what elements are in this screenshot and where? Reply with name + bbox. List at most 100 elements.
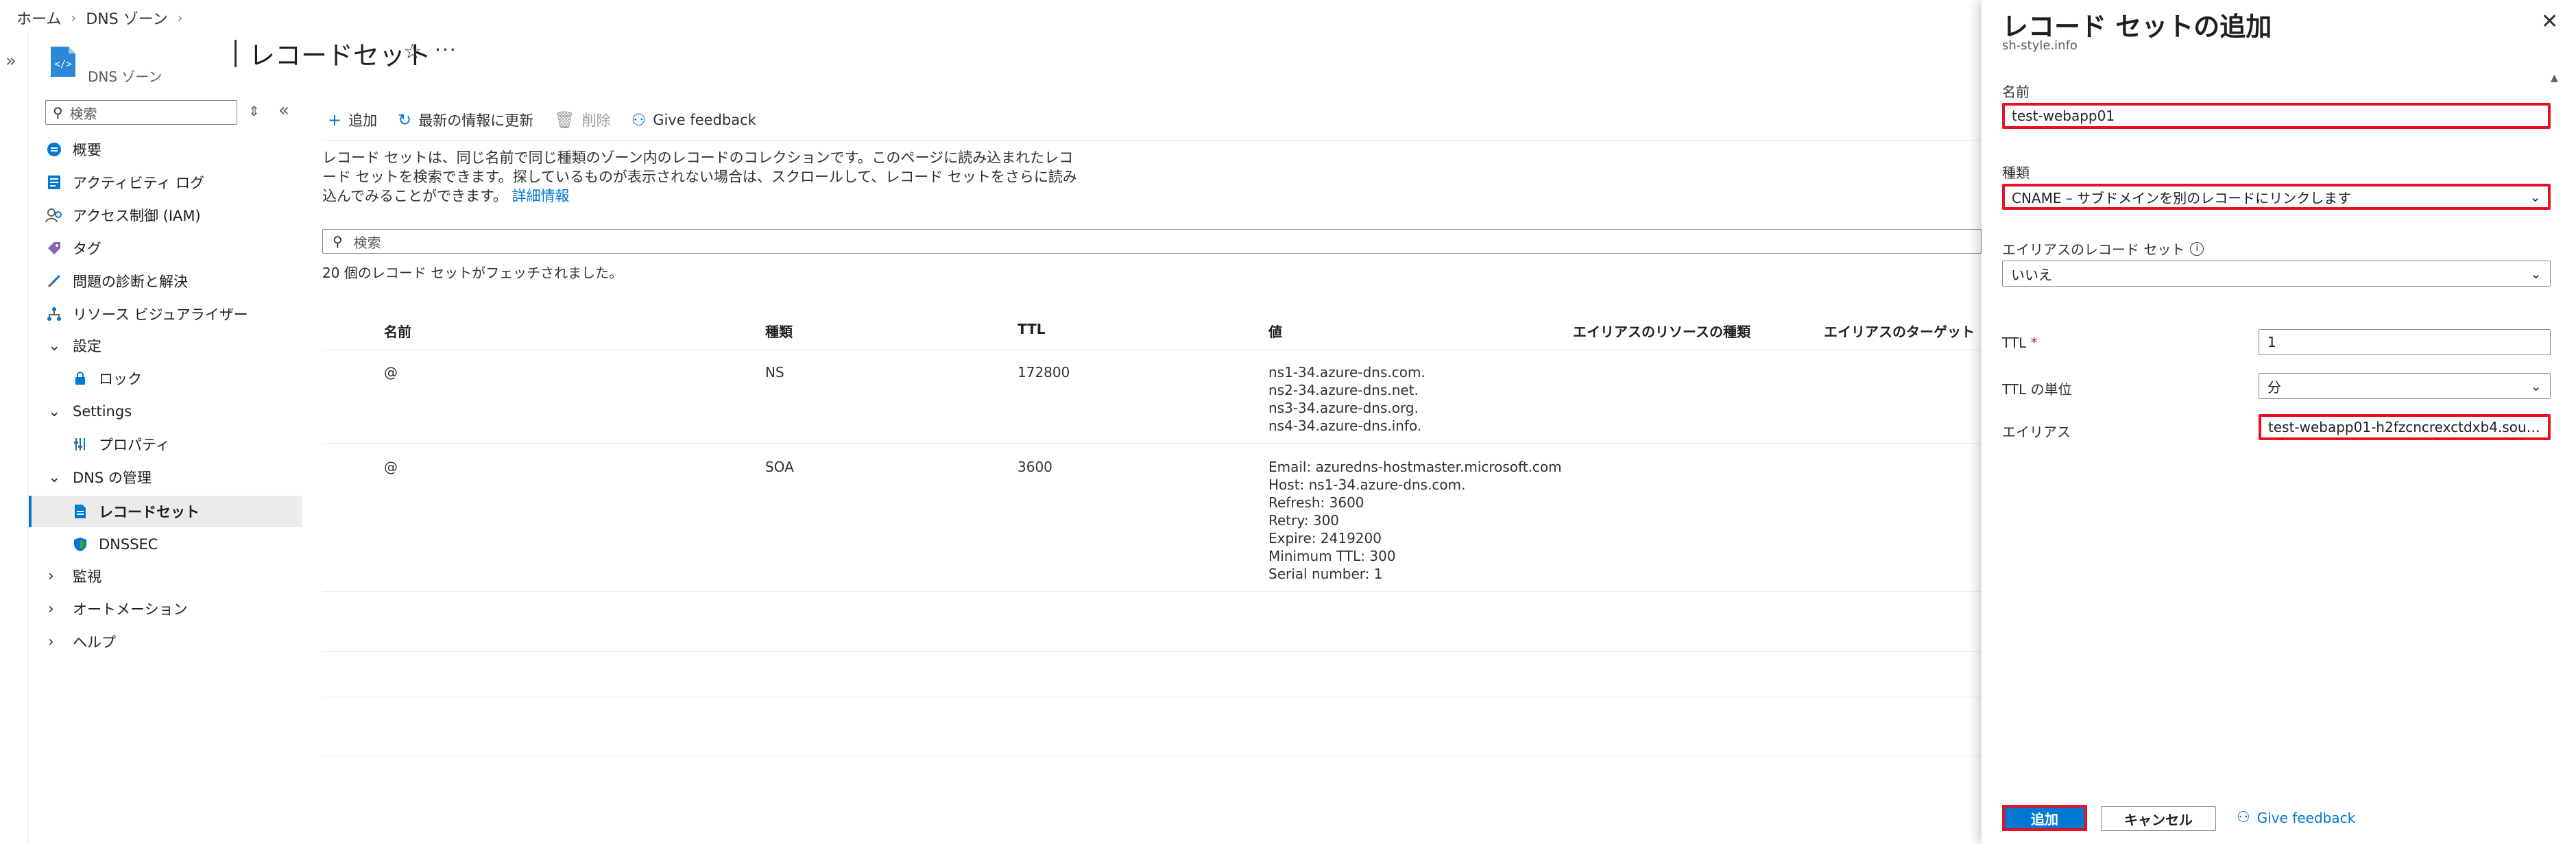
sidebar-group-help[interactable]: › ヘルプ [48, 627, 116, 657]
name-input-value: test-webapp01 [2012, 108, 2115, 124]
sidebar-item-label: アクティビティ ログ [73, 175, 205, 191]
alias-input-value: test-webapp01-h2fzcncrexctdxb4.southeast… [2268, 419, 2541, 435]
sidebar-item-diagnose[interactable]: 問題の診断と解決 [45, 266, 188, 296]
hierarchy-icon [45, 305, 63, 323]
nav-search-placeholder: 検索 [69, 105, 97, 122]
type-dropdown[interactable]: CNAME – サブドメインを別のレコードにリンクします ⌄ [2002, 184, 2551, 210]
breadcrumb-home[interactable]: ホーム [16, 7, 61, 29]
panel-feedback-link[interactable]: ⚇ Give feedback [2237, 809, 2355, 826]
cancel-button[interactable]: キャンセル [2101, 806, 2216, 831]
feedback-button-label: Give feedback [653, 112, 756, 128]
sidebar-item-activity-log[interactable]: アクティビティ ログ [45, 167, 204, 197]
sidebar-item-overview[interactable]: 概要 [45, 134, 101, 165]
panel-feedback-label: Give feedback [2256, 809, 2356, 826]
resource-type-label: DNS ゾーン [88, 69, 162, 85]
dns-zone-icon: </> [51, 47, 75, 77]
sidebar-group-settings-jp[interactable]: ⌄ 設定 [48, 330, 101, 361]
sidebar-group-label: Settings [73, 403, 132, 420]
overview-icon [45, 141, 63, 158]
ttl-unit-dropdown[interactable]: 分 ⌄ [2259, 373, 2551, 399]
info-icon[interactable]: i [2190, 241, 2204, 256]
sidebar-item-label: 概要 [73, 142, 101, 158]
breadcrumb-dns-zone[interactable]: DNS ゾーン [86, 7, 167, 29]
nav-search-input[interactable]: ⚲ 検索 [45, 100, 237, 125]
sidebar-item-label: アクセス制御 (IAM) [73, 208, 201, 224]
svg-text:</>: </> [54, 59, 71, 70]
fetch-status: 20 個のレコード セットがフェッチされました。 [322, 265, 623, 281]
cell-value: ns1-34.azure-dns.com. ns2-34.azure-dns.n… [1268, 364, 1425, 434]
activity-log-icon [45, 173, 63, 191]
sidebar-group-settings[interactable]: ⌄ Settings [48, 396, 132, 426]
ttl-input[interactable]: 1 [2259, 329, 2551, 355]
column-header-value[interactable]: 値 [1268, 321, 1282, 341]
chevron-down-icon: ⌄ [48, 468, 61, 486]
more-options-icon[interactable]: ··· [435, 38, 457, 61]
cell-name: @ [384, 364, 398, 381]
close-icon[interactable]: ✕ [2541, 10, 2558, 34]
refresh-icon: ↻ [398, 110, 412, 130]
title-separator [234, 39, 237, 67]
properties-icon [71, 435, 89, 453]
chevron-down-icon: ⌄ [2530, 378, 2542, 394]
delete-button-label: 削除 [581, 112, 611, 129]
column-header-name[interactable]: 名前 [384, 321, 411, 341]
column-header-alias-target[interactable]: エイリアスのターゲット [1824, 321, 1975, 341]
cell-type: NS [765, 364, 784, 381]
sort-icon[interactable]: ⇕ [248, 103, 260, 119]
chevron-down-icon: ⌄ [48, 402, 61, 420]
add-record-button[interactable]: 追加 [2002, 805, 2087, 831]
alias-record-set-dropdown[interactable]: いいえ ⌄ [2002, 261, 2551, 287]
chevron-down-icon: ⌄ [48, 337, 61, 354]
refresh-button[interactable]: ↻ 最新の情報に更新 [398, 110, 533, 130]
feedback-button[interactable]: ⚇ Give feedback [631, 110, 756, 130]
page-description: レコード セットは、同じ名前で同じ種類のゾーン内のレコードのコレクションです。こ… [322, 148, 1083, 206]
sidebar-item-recordsets[interactable]: レコードセット [71, 496, 200, 527]
tag-icon [45, 239, 63, 257]
sidebar-item-label: リソース ビジュアライザー [73, 306, 248, 323]
ttl-input-value: 1 [2267, 334, 2276, 350]
collapse-menu-icon[interactable]: « [278, 100, 289, 121]
grid-search-placeholder: 検索 [353, 234, 381, 251]
ttl-unit-value: 分 [2267, 378, 2281, 396]
breadcrumb: ホーム › DNS ゾーン › [16, 7, 183, 29]
sidebar-group-label: 設定 [73, 338, 101, 354]
trash-icon: 🗑 [554, 110, 575, 130]
add-button-label: 追加 [348, 112, 378, 129]
sidebar-item-properties[interactable]: プロパティ [71, 429, 170, 459]
name-input[interactable]: test-webapp01 [2002, 103, 2551, 129]
sidebar-item-iam[interactable]: アクセス制御 (IAM) [45, 200, 201, 230]
type-field-label: 種類 [2002, 165, 2030, 181]
cell-ttl: 3600 [1018, 459, 1052, 475]
sidebar-item-lock[interactable]: ロック [71, 363, 142, 394]
add-button[interactable]: + 追加 [328, 110, 377, 130]
required-marker: * [2030, 335, 2038, 351]
chevron-right-icon: › [71, 10, 77, 26]
feedback-icon: ⚇ [631, 110, 647, 130]
row-divider [322, 651, 1982, 652]
delete-button[interactable]: 🗑 削除 [554, 110, 610, 130]
cell-ttl: 172800 [1018, 364, 1070, 381]
plus-icon: + [328, 110, 342, 130]
chevron-down-icon: ⌄ [2529, 189, 2541, 205]
grid-search-input[interactable]: ⚲ 検索 [322, 229, 1982, 254]
sidebar-item-tags[interactable]: タグ [45, 233, 101, 263]
sidebar-group-monitoring[interactable]: › 監視 [48, 561, 101, 591]
sidebar-group-automation[interactable]: › オートメーション [48, 594, 188, 624]
alias-field-label: エイリアス [2002, 424, 2071, 440]
alias-input[interactable]: test-webapp01-h2fzcncrexctdxb4.southeast… [2259, 414, 2551, 440]
scroll-up-icon[interactable]: ▲ [2551, 73, 2558, 84]
column-header-alias-resource-type[interactable]: エイリアスのリソースの種類 [1573, 321, 1750, 341]
sidebar-group-label: 監視 [73, 568, 101, 585]
sidebar-item-label: DNSSEC [99, 536, 158, 553]
sidebar-item-visualizer[interactable]: リソース ビジュアライザー [45, 299, 248, 329]
sidebar-item-label: 問題の診断と解決 [73, 274, 188, 290]
alias-record-set-label-text: エイリアスのレコード セット [2002, 241, 2185, 258]
column-header-ttl[interactable]: TTL [1018, 321, 1046, 337]
sidebar-item-dnssec[interactable]: DNSSEC [71, 529, 158, 559]
expand-menu-icon[interactable]: » [5, 51, 16, 71]
learn-more-link[interactable]: 詳細情報 [512, 188, 570, 204]
column-header-type[interactable]: 種類 [765, 321, 793, 341]
sidebar-group-dns-management[interactable]: ⌄ DNS の管理 [48, 462, 152, 492]
favorite-star-icon[interactable]: ☆ [403, 40, 422, 64]
chevron-right-icon: › [48, 567, 54, 585]
